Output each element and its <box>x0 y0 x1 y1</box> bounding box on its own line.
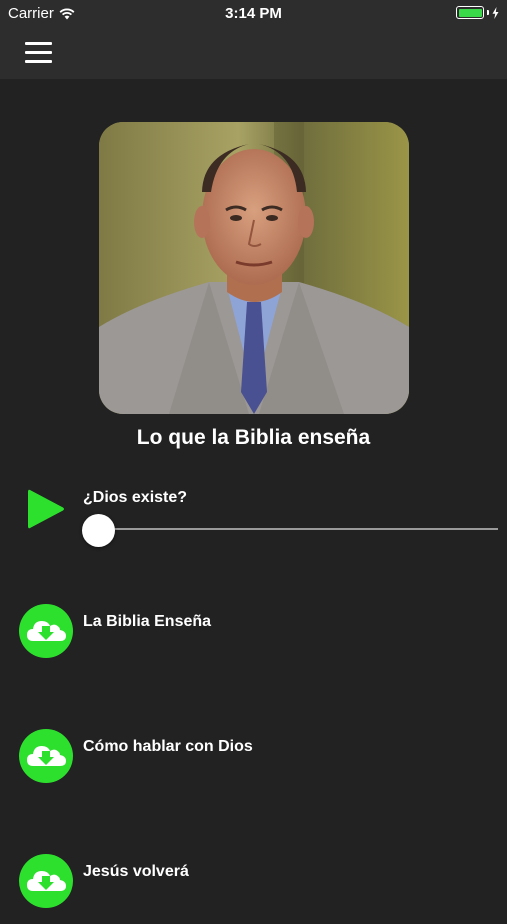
status-bar: Carrier 3:14 PM <box>0 0 507 28</box>
hamburger-menu-icon[interactable] <box>25 42 53 64</box>
download-cloud-icon[interactable] <box>19 729 73 783</box>
track-list-item[interactable]: La Biblia Enseña <box>0 604 507 674</box>
playback-progress-slider[interactable] <box>82 514 498 547</box>
current-track-title: ¿Dios existe? <box>83 489 188 506</box>
main-content: Lo que la Biblia enseña ¿Dios existe? La… <box>0 79 507 908</box>
track-label: La Biblia Enseña <box>83 613 212 630</box>
track-label: Cómo hablar con Dios <box>83 738 253 755</box>
charging-bolt-icon <box>492 6 499 19</box>
track-list-item[interactable]: Jesús volverá <box>0 854 507 924</box>
slider-thumb[interactable] <box>82 514 115 547</box>
album-cover-image <box>99 122 409 414</box>
clock: 3:14 PM <box>225 5 282 22</box>
play-icon[interactable] <box>26 487 66 531</box>
track-list-item[interactable]: Cómo hablar con Dios <box>0 729 507 799</box>
album-title: Lo que la Biblia enseña <box>136 426 371 449</box>
navigation-bar <box>0 28 507 79</box>
audio-player: ¿Dios existe? <box>0 484 507 554</box>
download-cloud-icon[interactable] <box>19 604 73 658</box>
battery-indicator <box>456 6 499 19</box>
slider-track <box>98 528 498 530</box>
battery-icon <box>456 6 484 19</box>
track-label: Jesús volverá <box>83 863 189 880</box>
